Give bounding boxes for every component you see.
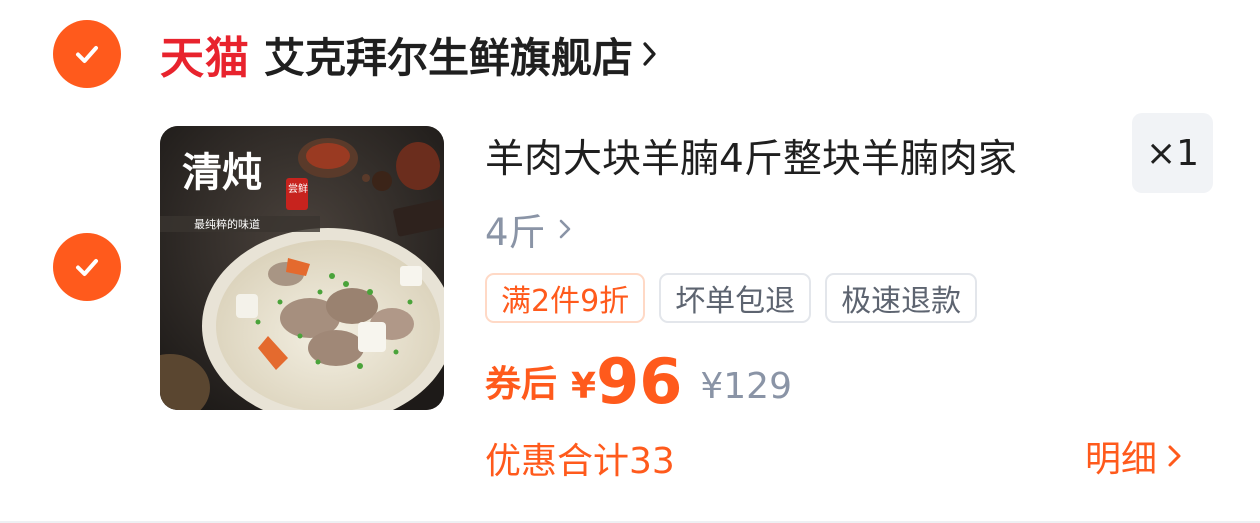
checkmark-icon (76, 46, 98, 63)
chevron-right-icon (1168, 445, 1181, 467)
overlay-stamp: 尝鲜 (288, 182, 308, 195)
overlay-subtitle: 最纯粹的味道 (194, 217, 260, 231)
price-label: 券后 (485, 364, 558, 405)
original-price: ¥129 (700, 366, 792, 407)
spec-selector[interactable]: 4斤 (485, 205, 572, 254)
service-tag: 极速退款 (825, 273, 978, 323)
service-tag: 坏单包退 (659, 273, 812, 323)
shop-header[interactable]: 天猫 艾克拜尔生鲜旗舰店 (160, 22, 659, 86)
tmall-logo: 天猫 (160, 33, 250, 84)
detail-label: 明细 (1085, 439, 1158, 480)
discount-total: 优惠合计33 (485, 441, 675, 482)
chevron-right-icon (643, 42, 656, 66)
service-tags: 满2件9折 坏单包退 极速退款 (485, 273, 978, 323)
chevron-right-icon (559, 219, 570, 239)
currency-symbol: ¥ (571, 366, 597, 407)
item-select-checkbox[interactable] (53, 233, 121, 301)
product-title[interactable]: 羊肉大块羊腩4斤整块羊腩肉家 (485, 128, 1017, 184)
promo-tag: 满2件9折 (485, 273, 646, 323)
spec-label: 4斤 (485, 211, 546, 254)
checkmark-icon (76, 259, 98, 276)
shop-select-checkbox[interactable] (53, 20, 121, 88)
shop-name[interactable]: 艾克拜尔生鲜旗舰店 (264, 24, 633, 84)
overlay-title: 清炖 (182, 149, 262, 196)
price-row: 券后 ¥ 96 ¥129 (485, 345, 792, 415)
quantity-badge[interactable]: ×1 (1132, 113, 1213, 193)
product-photo: 清炖 尝鲜 最纯粹的味道 (160, 126, 444, 410)
current-price: 96 (596, 345, 683, 418)
product-image[interactable]: 清炖 尝鲜 最纯粹的味道 (160, 126, 444, 410)
detail-link[interactable]: 明细 (1085, 432, 1183, 480)
